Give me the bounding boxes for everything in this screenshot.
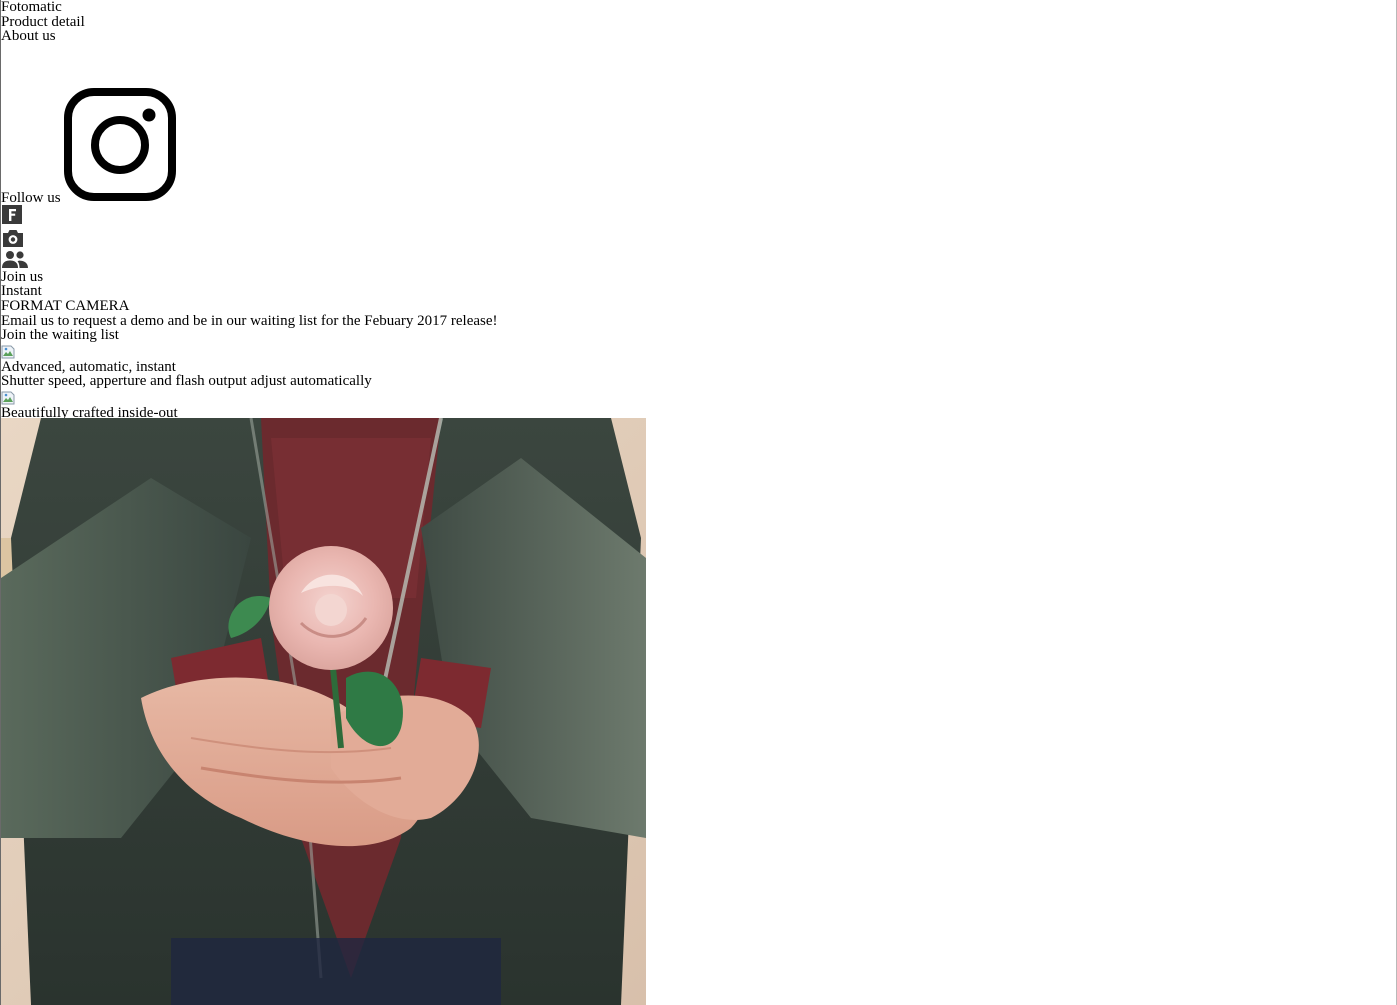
broken-image-icon [1, 345, 15, 359]
join-section: Join us [1, 269, 1391, 285]
broken-image-icon [1, 391, 15, 405]
feature-title: Advanced, automatic, instant [1, 358, 176, 375]
page: Fotomatic Product detail About us Follow… [1, 0, 1391, 1005]
instagram-icon[interactable] [63, 87, 176, 201]
facebook-icon[interactable] [1, 204, 1391, 227]
camera-icon[interactable] [1, 228, 1391, 250]
hero-section: Instant FORMAT CAMERA Email us to reques… [1, 284, 1391, 342]
hero-title: FORMAT CAMERA [1, 297, 130, 314]
nav-about-us[interactable]: About us [1, 29, 1391, 44]
nav-product-detail[interactable]: Product detail [1, 14, 1391, 30]
site-header: Fotomatic Product detail About us [1, 0, 1391, 44]
people-icon[interactable] [1, 250, 1391, 270]
hero-photo [1, 418, 646, 1005]
follow-row: Follow us [1, 44, 1391, 205]
follow-label: Follow us [1, 189, 61, 206]
feature-text: Shutter speed, apperture and flash outpu… [1, 373, 372, 390]
join-waiting-list-button[interactable]: Join the waiting list [1, 328, 1391, 343]
hero-description: Email us to request a demo and be in our… [1, 312, 498, 329]
follow-section: Follow us [1, 44, 1391, 270]
join-us-link[interactable]: Join us [1, 269, 1391, 285]
brand-link[interactable]: Fotomatic [1, 0, 1391, 15]
hero-kicker: Instant [1, 283, 42, 300]
